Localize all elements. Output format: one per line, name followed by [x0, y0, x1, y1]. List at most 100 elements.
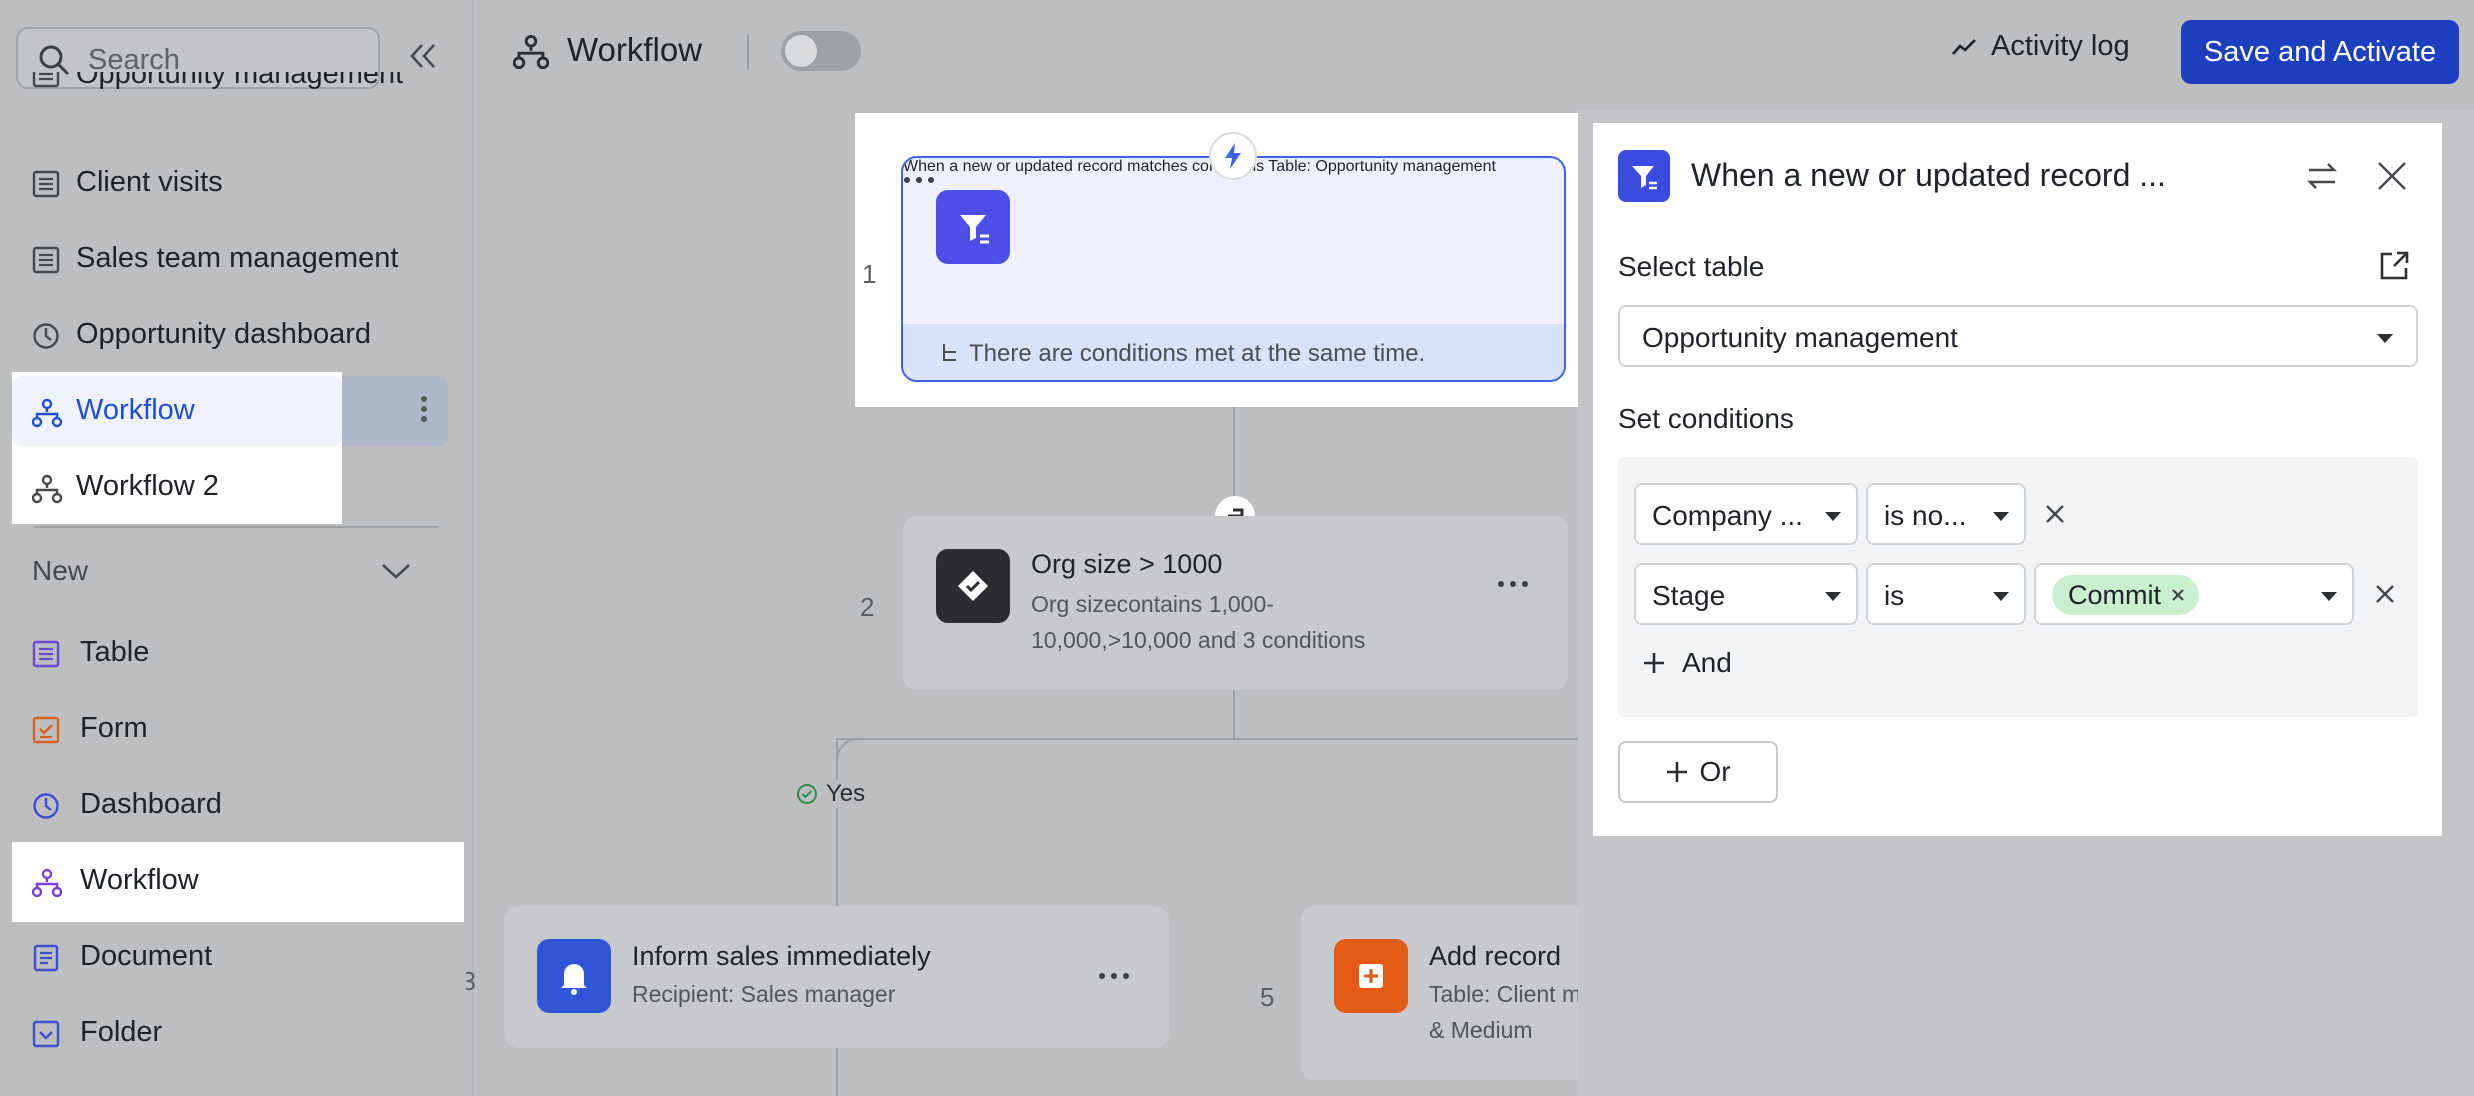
trigger-card[interactable]: When a new or updated record matches con… [901, 156, 1566, 382]
condition-field-select[interactable]: Stage [1634, 563, 1858, 625]
sidebar-item-opportunity-management[interactable]: Opportunity management [12, 72, 448, 120]
step-number: 5 [1260, 982, 1275, 1012]
form-icon [32, 716, 60, 744]
condition-operator-value: is [1884, 580, 1905, 611]
activity-log-button[interactable]: Activity log [1951, 30, 2130, 63]
workflow-icon [32, 398, 62, 428]
remove-tag-icon[interactable] [2171, 588, 2185, 602]
condition-operator-value: is no... [1884, 500, 1967, 531]
more-options-icon[interactable] [1497, 580, 1529, 588]
check-circle-icon [796, 783, 818, 805]
new-table-item[interactable]: Table [12, 618, 448, 688]
remove-condition-icon[interactable] [2374, 583, 2396, 605]
sidebar-item-workflow-2[interactable]: Workflow 2 [12, 452, 342, 522]
trigger-footer: There are conditions met at the same tim… [903, 324, 1564, 380]
new-document-item[interactable]: Document [12, 922, 448, 992]
step-number: 2 [860, 592, 875, 622]
step-title: Inform sales immediately [632, 941, 931, 971]
workflow-icon [32, 474, 62, 504]
more-options-icon[interactable] [1098, 972, 1130, 980]
step-number: 1 [862, 259, 877, 289]
step-title: Add record [1429, 941, 1562, 971]
chevron-down-icon[interactable] [380, 561, 412, 581]
close-icon[interactable] [2375, 159, 2409, 193]
step-subtitle-line1: Table: Client m [1429, 981, 1582, 1007]
new-section-header: New [32, 555, 89, 586]
step-title: Org size > 1000 [1031, 549, 1223, 579]
new-dashboard-item[interactable]: Dashboard [12, 770, 448, 840]
activate-toggle[interactable] [781, 31, 861, 71]
sidebar-item-opportunity-dashboard[interactable]: Opportunity dashboard [12, 300, 448, 370]
condition-operator-select[interactable]: is no... [1866, 483, 2026, 545]
trend-icon [1951, 37, 1977, 57]
sidebar-item-label: Sales team management [76, 242, 399, 274]
table-icon [32, 246, 60, 274]
filter-trigger-icon [936, 190, 1010, 264]
trigger-config-panel: When a new or updated record ... Select … [1593, 123, 2442, 836]
new-folder-item[interactable]: Folder [12, 998, 448, 1068]
sidebar-item-label: Workflow [80, 864, 199, 896]
condition-value-select[interactable]: Commit [2034, 563, 2354, 625]
and-label: And [1682, 647, 1732, 678]
sidebar-item-label: Workflow 2 [76, 470, 219, 502]
caret-down-icon [1824, 591, 1842, 602]
branch-yes-label: Yes [792, 780, 870, 808]
add-and-condition-button[interactable]: And [1642, 647, 1732, 679]
plus-icon [1665, 760, 1689, 784]
save-and-activate-button[interactable]: Save and Activate [2181, 20, 2459, 84]
activity-log-label: Activity log [1991, 30, 2130, 62]
branch-yes-text: Yes [826, 780, 866, 807]
plus-icon [1642, 651, 1666, 675]
bell-icon [537, 939, 611, 1013]
connector-line [836, 738, 1636, 740]
workflow-icon [32, 868, 62, 898]
sidebar-item-label: Opportunity dashboard [76, 318, 372, 350]
sidebar-item-label: Opportunity management [76, 72, 404, 90]
step-subtitle-line1: Org sizecontains 1,000- [1031, 591, 1274, 617]
condition-field-value: Stage [1652, 580, 1726, 611]
sidebar-item-label: Workflow [76, 394, 195, 426]
or-label: Or [1699, 756, 1731, 787]
step-subtitle-line2: & Medium [1429, 1017, 1533, 1043]
step-number: 3 [466, 966, 476, 996]
new-workflow-item[interactable]: Workflow [12, 842, 464, 922]
condition-operator-select[interactable]: is [1866, 563, 2026, 625]
folder-icon [32, 1020, 60, 1048]
sidebar-item-client-visits[interactable]: Client visits [12, 148, 448, 218]
table-icon [32, 170, 60, 198]
swap-icon[interactable] [2305, 159, 2339, 193]
branch-icon [941, 343, 959, 363]
panel-title: When a new or updated record ... [1691, 157, 2166, 193]
trigger-bolt-icon [1209, 132, 1257, 180]
sidebar-item-sales-team-management[interactable]: Sales team management [12, 224, 448, 294]
remove-condition-icon[interactable] [2044, 503, 2066, 525]
more-options-icon[interactable] [420, 394, 428, 424]
condition-card[interactable]: Org size > 1000 Org sizecontains 1,000- … [903, 516, 1568, 690]
caret-down-icon [1992, 511, 2010, 522]
sidebar: Opportunity management Client visits Sal… [0, 0, 473, 1096]
value-tag: Commit [2052, 575, 2199, 615]
sidebar-item-label: Folder [80, 1016, 163, 1048]
caret-down-icon [1824, 511, 1842, 522]
sidebar-item-label: Document [80, 940, 213, 972]
sidebar-item-label: Table [80, 636, 150, 668]
dashboard-icon [32, 322, 60, 350]
notify-card[interactable]: Inform sales immediately Recipient: Sale… [504, 906, 1169, 1048]
table-select-value: Opportunity management [1642, 322, 1958, 353]
condition-field-select[interactable]: Company ... [1634, 483, 1858, 545]
title-separator [747, 34, 749, 70]
caret-down-icon [1992, 591, 2010, 602]
step-subtitle-line2: 10,000,>10,000 and 3 conditions [1031, 627, 1366, 653]
set-conditions-label: Set conditions [1618, 403, 1794, 434]
step-title-line1: When a new or updated [903, 158, 1073, 175]
collapse-sidebar-icon[interactable] [408, 42, 438, 70]
filter-trigger-icon [1618, 150, 1670, 202]
step-subtitle: Recipient: Sales manager [632, 981, 896, 1007]
open-external-icon[interactable] [2378, 250, 2410, 282]
add-or-group-button[interactable]: Or [1618, 741, 1778, 803]
condition-icon [936, 549, 1010, 623]
table-select[interactable]: Opportunity management [1618, 305, 2418, 367]
conditions-group: Company ... is no... Stage is Commit And [1618, 457, 2418, 717]
new-form-item[interactable]: Form [12, 694, 448, 764]
sidebar-item-workflow-active[interactable]: Workflow [12, 376, 342, 446]
